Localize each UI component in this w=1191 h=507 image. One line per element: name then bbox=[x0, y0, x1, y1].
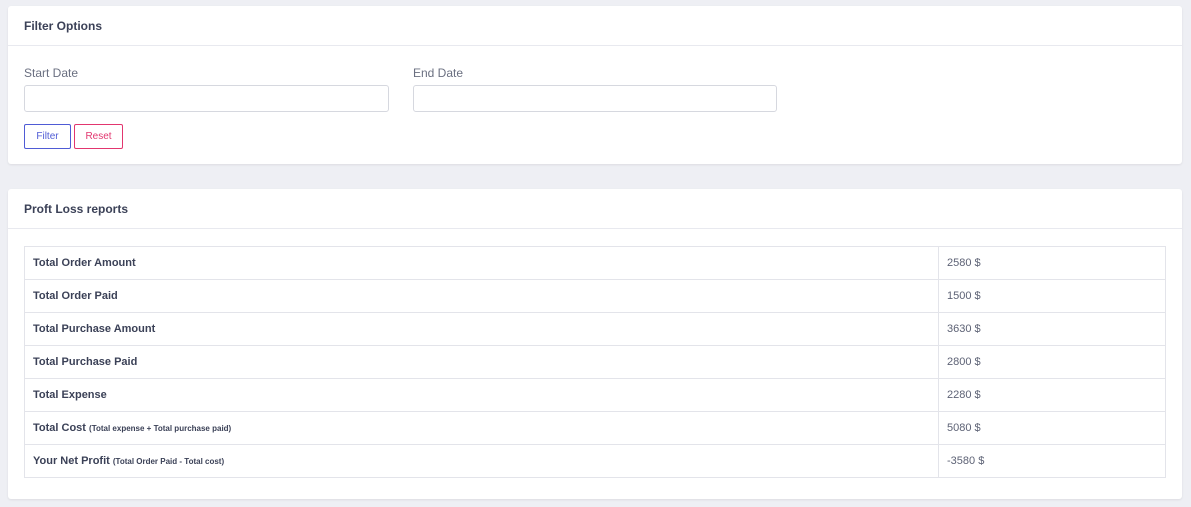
table-row: Total Order Paid 1500 $ bbox=[24, 279, 1166, 313]
row-label: Your Net Profit (Total Order Paid - Tota… bbox=[24, 444, 939, 478]
row-label: Total Purchase Paid bbox=[24, 345, 939, 379]
report-table: Total Order Amount 2580 $ Total Order Pa… bbox=[24, 246, 1166, 478]
reset-button[interactable]: Reset bbox=[74, 124, 123, 149]
filter-options-card: Filter Options Start Date End Date Filte… bbox=[8, 6, 1182, 164]
row-value: 2580 $ bbox=[938, 246, 1166, 280]
table-row: Total Purchase Paid 2800 $ bbox=[24, 345, 1166, 379]
table-row: Total Order Amount 2580 $ bbox=[24, 246, 1166, 280]
row-label: Total Expense bbox=[24, 378, 939, 412]
row-label: Total Order Amount bbox=[24, 246, 939, 280]
filter-card-title: Filter Options bbox=[8, 6, 1182, 46]
row-value: 1500 $ bbox=[938, 279, 1166, 313]
row-label: Total Cost (Total expense + Total purcha… bbox=[24, 411, 939, 445]
row-label: Total Order Paid bbox=[24, 279, 939, 313]
row-label: Total Purchase Amount bbox=[24, 312, 939, 346]
end-date-label: End Date bbox=[413, 66, 464, 80]
table-row: Total Expense 2280 $ bbox=[24, 378, 1166, 412]
table-row: Total Purchase Amount 3630 $ bbox=[24, 312, 1166, 346]
table-row: Total Cost (Total expense + Total purcha… bbox=[24, 411, 1166, 445]
table-row: Your Net Profit (Total Order Paid - Tota… bbox=[24, 444, 1166, 478]
row-note: (Total Order Paid - Total cost) bbox=[112, 457, 225, 466]
profit-loss-report-card: Proft Loss reports Total Order Amount 25… bbox=[8, 189, 1182, 499]
row-value: 2280 $ bbox=[938, 378, 1166, 412]
report-card-title: Proft Loss reports bbox=[8, 189, 1182, 229]
start-date-input[interactable] bbox=[24, 85, 389, 112]
row-note: (Total expense + Total purchase paid) bbox=[89, 424, 232, 433]
start-date-label: Start Date bbox=[24, 66, 79, 80]
end-date-input[interactable] bbox=[413, 85, 777, 112]
row-value: 2800 $ bbox=[938, 345, 1166, 379]
row-value: 5080 $ bbox=[938, 411, 1166, 445]
row-value: -3580 $ bbox=[938, 444, 1166, 478]
filter-button[interactable]: Filter bbox=[24, 124, 71, 149]
row-value: 3630 $ bbox=[938, 312, 1166, 346]
